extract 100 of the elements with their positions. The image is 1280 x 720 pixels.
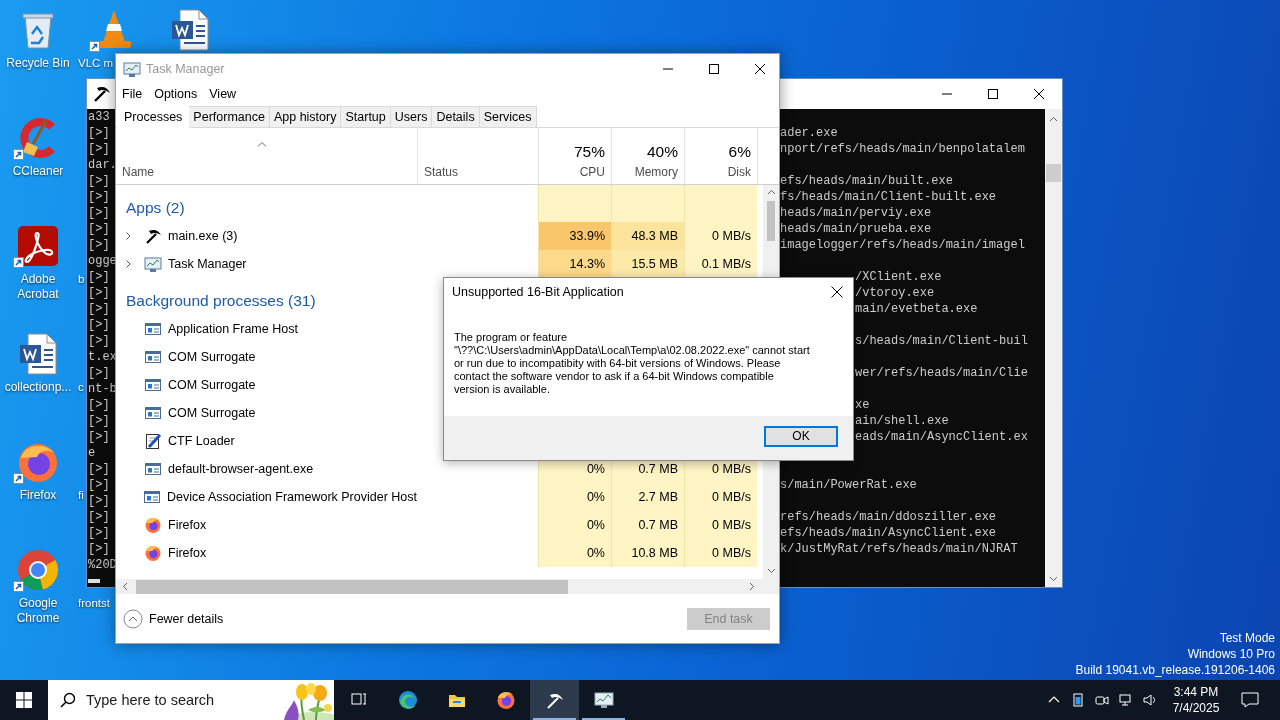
arrow-down-icon: [766, 568, 776, 574]
console-line: [>]: [87, 525, 110, 541]
edge-icon: [397, 690, 418, 710]
console-line: [>]: [87, 189, 110, 205]
console-line: [>]: [87, 301, 110, 317]
window-icon: [144, 376, 162, 394]
icon-label: CCleaner: [12, 164, 64, 179]
column-header[interactable]: 40% Memory: [611, 128, 684, 184]
table-cell: 0%: [538, 511, 611, 539]
scrollbar-thumb[interactable]: [767, 201, 775, 241]
menu-item[interactable]: Options: [148, 87, 204, 101]
console-line: efs/heads/main/built.exe: [780, 173, 953, 189]
close-button[interactable]: [754, 64, 765, 74]
text-cursor: [88, 579, 100, 583]
console-line: [>]: [87, 541, 110, 557]
process-name: main.exe (3): [168, 229, 238, 243]
table-cell: 0%: [538, 483, 611, 511]
notification-icon[interactable]: [1241, 692, 1259, 708]
battery-icon[interactable]: [1071, 693, 1085, 707]
table-cell: 0.7 MB: [611, 511, 684, 539]
icon-label: c: [77, 380, 84, 395]
console-line: xe: [855, 397, 870, 413]
tab[interactable]: Startup: [340, 106, 391, 127]
taskbar-button[interactable]: [530, 680, 579, 720]
firefox-icon: [144, 544, 162, 562]
console-line: dar.: [87, 157, 117, 173]
close-button[interactable]: [831, 285, 843, 298]
process-name: Firefox: [168, 546, 207, 560]
window-icon: [144, 460, 162, 478]
console-line: [>]: [87, 205, 110, 221]
table-cell: 0%: [538, 539, 611, 567]
console-line: [>]: [87, 173, 110, 189]
close-button[interactable]: [1034, 89, 1044, 99]
process-name: COM Surrogate: [168, 350, 256, 364]
network-icon[interactable]: [1119, 693, 1133, 707]
chrome-icon: [16, 548, 60, 592]
camera-icon[interactable]: [1095, 693, 1109, 707]
console-line: e: [87, 445, 96, 461]
search-icon: [60, 692, 76, 708]
tab[interactable]: Performance: [188, 106, 270, 127]
tab[interactable]: App history: [268, 106, 342, 127]
tab[interactable]: Users: [389, 106, 433, 127]
menu-item[interactable]: File: [116, 87, 149, 101]
console-line: [>]: [87, 333, 110, 349]
arrow-left-icon: [122, 582, 128, 591]
process-name: Task Manager: [168, 257, 247, 271]
console-line: s/heads/main/Client-buil: [855, 333, 1028, 349]
console-line: [>]: [87, 477, 110, 493]
icon-label: Google Chrome: [15, 596, 61, 626]
console-line: /vtoroy.exe: [855, 285, 935, 301]
console-line: [>]: [87, 365, 110, 381]
maximize-button[interactable]: [988, 89, 998, 99]
window-icon: [142, 488, 161, 506]
console-line: imagelogger/refs/heads/main/imagel: [780, 237, 1025, 253]
clock[interactable]: 3:44 PM 7/4/2025: [1162, 684, 1230, 716]
column-header[interactable]: 6% Disk: [684, 128, 757, 184]
console-line: s/main/PowerRat.exe: [780, 477, 917, 493]
group-header: Apps (2): [125, 199, 186, 218]
console-line: fs/heads/main/Client-built.exe: [780, 189, 997, 205]
tab[interactable]: Processes: [117, 104, 190, 128]
menu-item[interactable]: View: [203, 87, 243, 101]
column-header[interactable]: Status: [417, 128, 538, 184]
process-name: COM Surrogate: [168, 378, 256, 392]
start-button[interactable]: [16, 692, 32, 708]
tab[interactable]: Details: [431, 106, 480, 127]
column-header[interactable]: Name: [116, 128, 417, 184]
system-info-text: Windows 10 Pro: [1187, 646, 1275, 662]
process-name: COM Surrogate: [168, 406, 256, 420]
console-line: ain/shell.exe: [855, 413, 949, 429]
fewer-details-button[interactable]: Fewer details: [123, 608, 224, 629]
scrollbar-thumb[interactable]: [136, 579, 568, 594]
console-line: eads/main/AsyncClient.ex: [855, 429, 1028, 445]
console-line: a33: [87, 109, 110, 125]
ok-button[interactable]: OK: [764, 425, 838, 447]
icon-label: frontst: [77, 596, 110, 611]
tab[interactable]: Services: [478, 106, 537, 127]
pickaxe-icon: [92, 84, 112, 104]
maximize-button[interactable]: [708, 64, 719, 74]
console-line: heads/main/prueba.exe: [780, 221, 932, 237]
search-box[interactable]: Type here to search: [48, 680, 334, 720]
arrow-up-icon[interactable]: [1049, 116, 1058, 122]
system-info-text: Build 19041.vb_release.191206-1406: [1075, 662, 1275, 678]
scrollbar-thumb[interactable]: [1046, 164, 1061, 182]
window-icon: [144, 320, 162, 338]
sort-caret-icon: [257, 141, 267, 147]
process-name: CTF Loader: [168, 434, 235, 448]
console-line: nport/refs/heads/main/benpolatalem: [780, 141, 1025, 157]
process-name: Device Association Framework Provider Host: [166, 490, 417, 504]
arrow-up-icon[interactable]: [766, 189, 776, 195]
firefox-icon: [144, 516, 162, 534]
console-line: [>]: [87, 221, 110, 237]
console-line: [>]: [87, 317, 110, 333]
console-line: [>]: [87, 413, 110, 429]
column-header[interactable]: 75% CPU: [538, 128, 611, 184]
search-field[interactable]: Type here to search: [86, 692, 266, 708]
speaker-icon[interactable]: [1143, 693, 1157, 707]
console-line: [>]: [87, 237, 110, 253]
icon-label: fi: [77, 488, 84, 503]
console-line: wer/refs/heads/main/Clie: [855, 365, 1028, 381]
console-line: /XClient.exe: [855, 269, 942, 285]
